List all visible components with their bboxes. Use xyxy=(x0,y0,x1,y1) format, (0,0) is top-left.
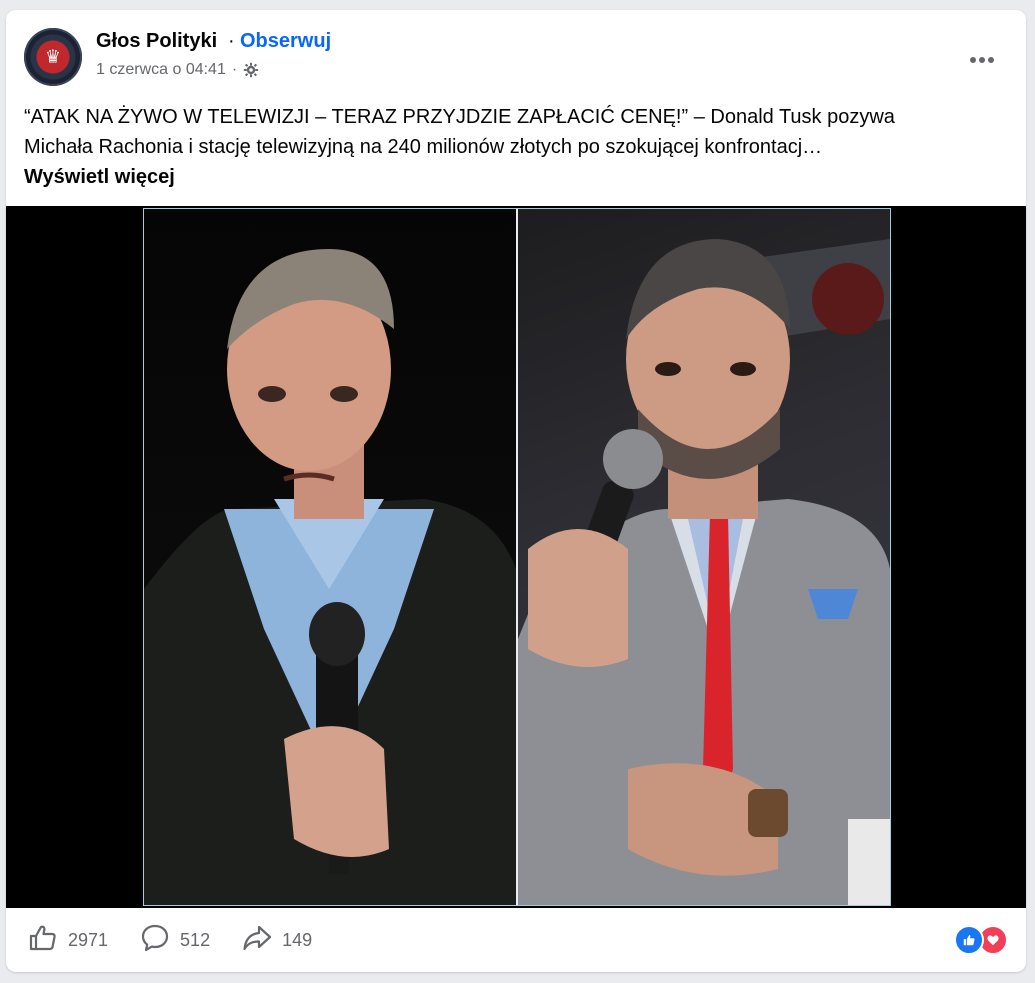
post-meta: 1 czerwca o 04:41 · xyxy=(96,61,259,79)
gear-icon[interactable] xyxy=(243,62,259,78)
comment-count: 512 xyxy=(180,929,211,950)
like-reaction-icon xyxy=(954,925,984,955)
share-button[interactable]: 149 xyxy=(242,920,312,960)
post-timestamp[interactable]: 1 czerwca o 04:41 xyxy=(96,61,226,79)
page-name-link[interactable]: Głos Polityki xyxy=(96,30,217,53)
post-text: “ATAK NA ŻYWO W TELEWIZJI – TERAZ PRZYJD… xyxy=(24,102,1004,192)
post-text-line-2: Michała Rachonia i stację telewizyjną na… xyxy=(24,136,823,158)
page-avatar[interactable]: ♛ xyxy=(24,28,82,86)
post-text-line-1: “ATAK NA ŻYWO W TELEWIZJI – TERAZ PRZYJD… xyxy=(24,106,895,128)
name-separator: · xyxy=(228,30,235,52)
follow-button[interactable]: Obserwuj xyxy=(240,30,331,53)
photo-left-speaker xyxy=(144,209,516,905)
post-footer: 2971 512 149 xyxy=(6,908,1026,972)
share-count: 149 xyxy=(282,929,313,950)
timestamp-separator: · xyxy=(231,61,238,78)
comment-bubble-icon xyxy=(140,923,170,958)
thumbs-up-icon xyxy=(28,923,58,958)
reactions-summary[interactable] xyxy=(954,925,1008,955)
photo-collage xyxy=(143,208,891,906)
photo-right-speaker xyxy=(518,209,890,905)
like-count: 2971 xyxy=(68,929,109,950)
post-image[interactable] xyxy=(6,206,1026,908)
more-options-button[interactable] xyxy=(964,42,1000,78)
eagle-icon: ♛ xyxy=(44,46,62,67)
comment-button[interactable]: 512 xyxy=(140,920,210,960)
see-more-link[interactable]: Wyświetl więcej xyxy=(24,162,175,192)
like-button[interactable]: 2971 xyxy=(28,920,108,960)
share-arrow-icon xyxy=(242,923,272,958)
post-card: ♛ Głos Polityki · Obserwuj 1 czerwca o 0… xyxy=(6,10,1026,972)
post-header: ♛ Głos Polityki · Obserwuj 1 czerwca o 0… xyxy=(24,28,1008,88)
more-dots-icon xyxy=(970,57,976,63)
